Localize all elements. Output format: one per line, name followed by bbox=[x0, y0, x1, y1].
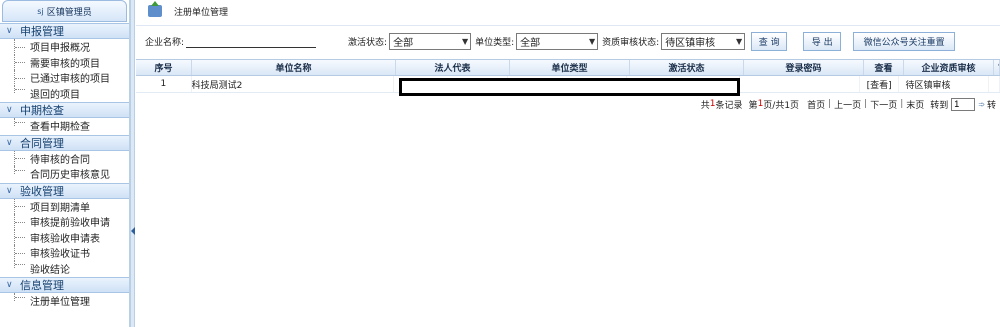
nav-group-acceptance: ∨ 验收管理 项目到期清单 审核提前验收申请 审核验收申请表 审核验收证书 验收… bbox=[0, 182, 129, 277]
company-name-input[interactable] bbox=[186, 35, 317, 48]
data-table: 序号 单位名称 法人代表 单位类型 激活状态 登录密码 查看 企业资质审核 审核… bbox=[136, 59, 1000, 96]
main-content: 注册单位管理 企业名称: 激活状态: 全部 ▼ 单位类型: 全部 ▼ 资质审核状… bbox=[136, 0, 1000, 327]
pagination: 共1条记录 第1页/共1页 首页 | 上一页 | 下一页 | 末页 转到 ➾ 转 bbox=[701, 96, 1000, 112]
sidebar-header: sj 区镇管理员 bbox=[2, 0, 127, 22]
col-header: 查看 bbox=[864, 60, 904, 75]
go-arrow-icon[interactable]: ➾ bbox=[978, 100, 985, 109]
sidebar-item[interactable]: 合同历史审核意见 bbox=[0, 166, 129, 182]
col-header: 单位类型 bbox=[510, 60, 630, 75]
dropdown-arrow-icon: ▼ bbox=[588, 37, 596, 46]
cell-no: 1 bbox=[136, 76, 192, 92]
sidebar-item[interactable]: 查看中期检查 bbox=[0, 118, 129, 134]
cell-name: 科技局测试2 bbox=[192, 76, 395, 92]
chevron-down-icon: ∨ bbox=[6, 26, 13, 36]
sidebar-item[interactable]: 项目到期清单 bbox=[0, 198, 129, 214]
upload-icon bbox=[148, 1, 162, 17]
qual-status-select[interactable]: 待区镇审核 ▼ bbox=[661, 33, 746, 50]
view-link[interactable]: [查看] bbox=[860, 76, 900, 92]
goto-label: 转到 bbox=[930, 100, 949, 111]
nav-group-header[interactable]: ∨ 中期检查 bbox=[0, 102, 129, 118]
nav-group-contract: ∨ 合同管理 待审核的合同 合同历史审核意见 bbox=[0, 134, 129, 182]
col-header: 法人代表 bbox=[396, 60, 510, 75]
redaction-box bbox=[399, 78, 740, 96]
sidebar-item[interactable]: 审核提前验收申请 bbox=[0, 214, 129, 230]
sidebar-item[interactable]: 需要审核的项目 bbox=[0, 54, 129, 70]
goto-button[interactable]: 转 bbox=[987, 98, 996, 111]
activation-label: 激活状态: bbox=[348, 38, 388, 48]
sidebar-item[interactable]: 已通过审核的项目 bbox=[0, 70, 129, 86]
last-page-link[interactable]: 末页 bbox=[906, 98, 924, 111]
col-header: 登录密码 bbox=[744, 60, 864, 75]
col-header: 序号 bbox=[136, 60, 192, 75]
export-button[interactable]: 导 出 bbox=[803, 32, 842, 51]
col-header: 审核操作 bbox=[994, 60, 1000, 75]
next-page-link[interactable]: 下一页 bbox=[870, 98, 897, 111]
prev-page-link[interactable]: 上一页 bbox=[834, 98, 861, 111]
sidebar-item[interactable]: 审核验收申请表 bbox=[0, 229, 129, 245]
chevron-down-icon: ∨ bbox=[6, 105, 13, 115]
nav-group-info: ∨ 信息管理 注册单位管理 bbox=[0, 277, 129, 309]
chevron-down-icon: ∨ bbox=[6, 137, 13, 148]
unit-type-select[interactable]: 全部 ▼ bbox=[516, 33, 599, 50]
activation-select[interactable]: 全部 ▼ bbox=[389, 33, 472, 50]
col-header: 企业资质审核 bbox=[904, 60, 994, 75]
sidebar-item[interactable]: 注册单位管理 bbox=[0, 293, 129, 309]
sidebar: sj 区镇管理员 ∨ 申报管理 项目申报概况 需要审核的项目 已通过审核的项目 … bbox=[0, 0, 130, 327]
user-icon: sj bbox=[37, 6, 44, 16]
col-header: 单位名称 bbox=[192, 60, 396, 75]
sidebar-item[interactable]: 审核验收证书 bbox=[0, 245, 129, 261]
filter-bar: 企业名称: 激活状态: 全部 ▼ 单位类型: 全部 ▼ 资质审核状态: 待区镇审… bbox=[136, 25, 1000, 57]
qual-status-link[interactable]: 待区镇审核 bbox=[899, 76, 989, 92]
nav-group-header[interactable]: ∨ 合同管理 bbox=[0, 134, 129, 151]
qual-status-label: 资质审核状态: bbox=[602, 38, 660, 48]
collapse-arrow-icon[interactable] bbox=[131, 227, 135, 235]
sidebar-item[interactable]: 验收结论 bbox=[0, 260, 129, 277]
nav-group-header[interactable]: ∨ 申报管理 bbox=[0, 23, 129, 39]
page-titlebar: 注册单位管理 bbox=[136, 0, 1000, 22]
table-header: 序号 单位名称 法人代表 单位类型 激活状态 登录密码 查看 企业资质审核 审核… bbox=[136, 59, 1000, 76]
nav-group-header[interactable]: ∨ 信息管理 bbox=[0, 277, 129, 293]
wechat-reset-button[interactable]: 微信公众号关注重置 bbox=[853, 32, 956, 51]
nav-group-declaration: ∨ 申报管理 项目申报概况 需要审核的项目 已通过审核的项目 退回的项目 bbox=[0, 23, 129, 101]
sidebar-splitter[interactable] bbox=[130, 0, 135, 327]
col-header: 激活状态 bbox=[630, 60, 744, 75]
sidebar-item[interactable]: 待审核的合同 bbox=[0, 150, 129, 166]
dropdown-arrow-icon: ▼ bbox=[461, 37, 469, 46]
cell-password bbox=[740, 76, 860, 92]
unit-type-label: 单位类型: bbox=[475, 38, 515, 48]
goto-page-input[interactable] bbox=[951, 97, 976, 111]
page-title: 注册单位管理 bbox=[174, 7, 229, 18]
sidebar-title: 区镇管理员 bbox=[46, 7, 92, 18]
sidebar-item[interactable]: 项目申报概况 bbox=[0, 39, 129, 55]
first-page-link[interactable]: 首页 bbox=[807, 98, 825, 111]
review-link[interactable]: [审核] bbox=[989, 76, 1000, 92]
chevron-down-icon: ∨ bbox=[6, 280, 13, 290]
nav-group-midterm: ∨ 中期检查 查看中期检查 bbox=[0, 102, 129, 134]
company-label: 企业名称: bbox=[145, 38, 185, 48]
dropdown-arrow-icon: ▼ bbox=[736, 37, 743, 46]
sidebar-item[interactable]: 退回的项目 bbox=[0, 85, 129, 102]
nav-group-header[interactable]: ∨ 验收管理 bbox=[0, 182, 129, 199]
search-button[interactable]: 查 询 bbox=[751, 32, 788, 51]
chevron-down-icon: ∨ bbox=[6, 185, 13, 196]
